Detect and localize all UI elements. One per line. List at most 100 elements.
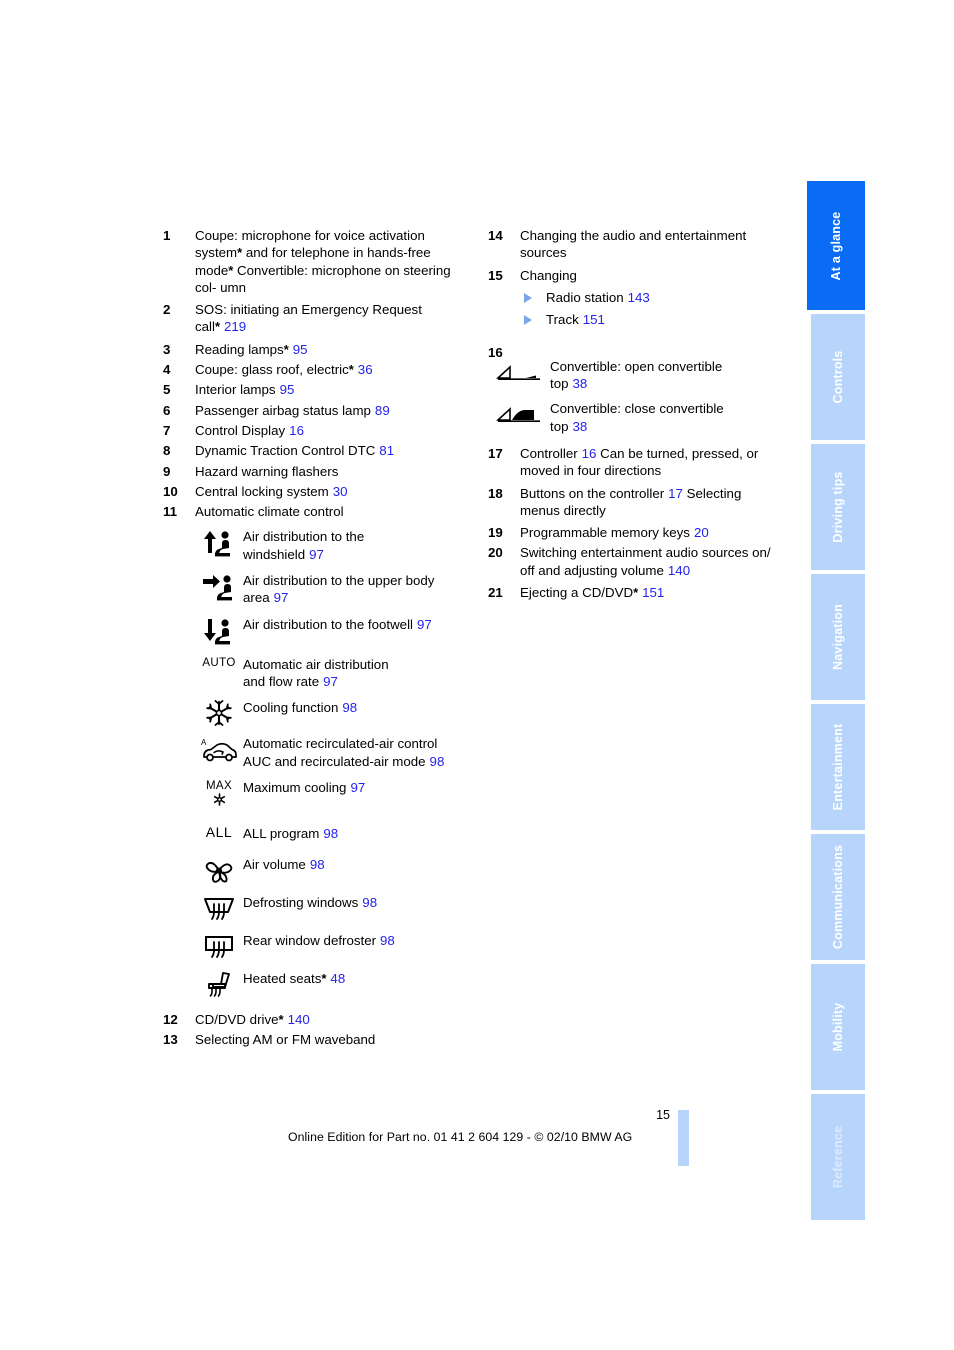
tab-label: Controls xyxy=(831,350,845,404)
page-reference[interactable]: 151 xyxy=(583,312,605,327)
item-body: Passenger airbag status lamp 89 xyxy=(195,402,463,419)
tab-mobility[interactable]: Mobility xyxy=(811,964,865,1090)
page-reference[interactable]: 98 xyxy=(310,857,325,872)
item-body: Interior lamps 95 xyxy=(195,381,463,398)
optional-equipment-asterisk: * xyxy=(214,319,221,335)
page-reference[interactable]: 16 xyxy=(289,423,304,438)
tab-label: Reference xyxy=(831,1125,845,1189)
item-label: Reading lamps xyxy=(195,341,284,357)
icon-label-line2: top xyxy=(550,376,569,392)
page-reference[interactable]: 98 xyxy=(380,933,395,948)
item-number: 14 xyxy=(488,228,503,243)
page-reference[interactable]: 97 xyxy=(350,780,365,795)
tab-label: Mobility xyxy=(831,1002,845,1052)
page-reference[interactable]: 81 xyxy=(379,443,394,458)
page-reference[interactable]: 36 xyxy=(358,362,373,377)
item-body: Control Display 16 xyxy=(195,422,463,439)
sub-list-item: Track 151 xyxy=(520,311,783,328)
icon-label-line2: AUC and recirculated-air mode xyxy=(243,753,426,769)
item-number: 3 xyxy=(163,341,171,357)
tab-controls[interactable]: Controls xyxy=(811,314,865,440)
page-reference[interactable]: 89 xyxy=(375,403,390,418)
item-body: Central locking system 30 xyxy=(195,483,463,500)
tab-label: Communications xyxy=(831,844,845,950)
optional-equipment-asterisk: * xyxy=(283,341,289,357)
list-item-14: 14 Changing the audio and entertainment … xyxy=(488,227,783,262)
climate-control-icon-list: Air distribution to the windshield 97 Ai… xyxy=(163,528,463,999)
heated-seat-icon xyxy=(195,970,243,999)
snowflake-icon xyxy=(195,699,243,727)
icon-label-line1: ALL program xyxy=(243,825,320,841)
tab-at-a-glance[interactable]: At a glance xyxy=(807,181,865,310)
page-reference[interactable]: 143 xyxy=(628,290,650,305)
item-body: SOS: initiating an Emergency Request cal… xyxy=(195,301,463,336)
page-reference[interactable]: 151 xyxy=(642,585,664,600)
page-reference[interactable]: 97 xyxy=(309,547,324,562)
page-reference[interactable]: 97 xyxy=(274,590,289,605)
icon-label: Maximum cooling 97 xyxy=(243,779,365,796)
item-number: 6 xyxy=(163,402,171,418)
page-reference[interactable]: 97 xyxy=(417,617,432,632)
list-item-10: 10 Central locking system 30 xyxy=(163,483,463,500)
item-label: Selecting AM or FM waveband xyxy=(195,1032,376,1048)
svg-text:A: A xyxy=(201,738,207,747)
tab-label: Entertainment xyxy=(831,723,845,811)
sub-item-label: Radio station xyxy=(546,289,624,305)
item-body: Programmable memory keys 20 xyxy=(520,524,783,541)
page-reference[interactable]: 98 xyxy=(323,826,338,841)
icon-label: Air distribution to the footwell 97 xyxy=(243,616,432,633)
item-body: CD/DVD drive* 140 xyxy=(195,1011,463,1028)
icon-label: Defrosting windows 98 xyxy=(243,894,377,911)
icon-label: Cooling function 98 xyxy=(243,699,357,716)
item-body: Switching entertainment audio sources on… xyxy=(520,544,783,579)
page-reference[interactable]: 140 xyxy=(288,1012,310,1027)
page-reference[interactable]: 20 xyxy=(694,525,709,540)
page-reference[interactable]: 98 xyxy=(362,895,377,910)
item-body: Coupe: microphone for voice activation s… xyxy=(195,227,463,296)
page-reference[interactable]: 95 xyxy=(293,342,308,357)
icon-label: Heated seats* 48 xyxy=(243,970,345,987)
icon-label-line1: Convertible: open convertible xyxy=(550,358,723,374)
tab-entertainment[interactable]: Entertainment xyxy=(811,704,865,830)
item-line: mode xyxy=(195,262,229,278)
item-number: 2 xyxy=(163,302,171,318)
tab-reference[interactable]: Reference xyxy=(811,1094,865,1220)
page-reference[interactable]: 16 xyxy=(582,446,597,461)
convertible-top-open-icon xyxy=(488,358,550,384)
page-reference[interactable]: 48 xyxy=(330,971,345,986)
page-reference[interactable]: 38 xyxy=(573,419,588,434)
item-body: Reading lamps* 95 xyxy=(195,341,463,358)
list-item: Rear window defroster 98 xyxy=(195,932,463,961)
list-item: Convertible: close convertible top 38 xyxy=(488,400,783,435)
page-reference[interactable]: 38 xyxy=(573,376,588,391)
page-reference[interactable]: 17 xyxy=(668,486,683,501)
item-body: Coupe: glass roof, electric* 36 xyxy=(195,361,463,378)
page-reference[interactable]: 98 xyxy=(430,754,445,769)
icon-label-line1: Convertible: close convertible xyxy=(550,401,724,417)
item-line: system xyxy=(195,245,238,261)
page-reference[interactable]: 30 xyxy=(333,484,348,499)
tab-driving-tips[interactable]: Driving tips xyxy=(811,444,865,570)
air-distribution-footwell-icon xyxy=(195,616,243,647)
page-reference[interactable]: 140 xyxy=(668,563,690,578)
page-reference[interactable]: 95 xyxy=(280,382,295,397)
auto-text-icon: AUTO xyxy=(195,656,243,669)
icon-label-line1: Maximum cooling xyxy=(243,779,347,795)
tab-communications[interactable]: Communications xyxy=(811,834,865,960)
list-item-7: 7 Control Display 16 xyxy=(163,422,463,439)
icon-label-line1: Automatic recirculated-air control xyxy=(243,736,438,752)
item-body: Controller 16 Can be turned, pressed, or … xyxy=(520,445,783,480)
tab-navigation[interactable]: Navigation xyxy=(811,574,865,700)
item-label: Passenger airbag status lamp xyxy=(195,402,371,418)
page-reference[interactable]: 98 xyxy=(342,700,357,715)
page-reference[interactable]: 219 xyxy=(224,319,246,334)
optional-equipment-asterisk: * xyxy=(321,971,327,987)
icon-label: Rear window defroster 98 xyxy=(243,932,395,949)
icon-label-line1: Rear window defroster xyxy=(243,933,377,949)
convertible-top-close-icon xyxy=(488,400,550,426)
page-number: 15 xyxy=(656,1108,670,1122)
page-reference[interactable]: 97 xyxy=(323,674,338,689)
item-label: Dynamic Traction Control DTC xyxy=(195,443,376,459)
item-number: 20 xyxy=(488,545,503,561)
list-item: MAX Maximum cooling 97 xyxy=(195,779,463,811)
